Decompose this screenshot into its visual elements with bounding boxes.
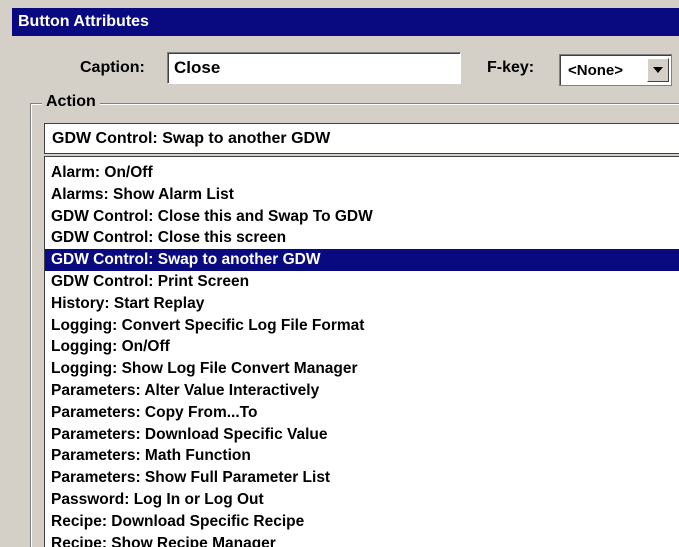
- list-item[interactable]: Parameters: Copy From...To: [45, 402, 679, 424]
- fkey-dropdown[interactable]: <None>: [559, 54, 672, 86]
- caption-label: Caption:: [80, 59, 145, 76]
- fkey-dropdown-button[interactable]: [647, 58, 669, 82]
- caption-input[interactable]: Close: [167, 52, 461, 84]
- action-group-label: Action: [42, 93, 100, 111]
- list-item[interactable]: Alarm: On/Off: [45, 162, 679, 184]
- dialog-title-bar[interactable]: Button Attributes: [12, 8, 679, 36]
- list-item[interactable]: Parameters: Show Full Parameter List: [45, 467, 679, 489]
- list-item[interactable]: GDW Control: Close this and Swap To GDW: [45, 206, 679, 228]
- list-item[interactable]: Parameters: Alter Value Interactively: [45, 380, 679, 402]
- list-item[interactable]: Logging: On/Off: [45, 336, 679, 358]
- list-item[interactable]: GDW Control: Close this screen: [45, 227, 679, 249]
- list-item[interactable]: Password: Log In or Log Out: [45, 489, 679, 511]
- chevron-down-icon: [653, 67, 663, 73]
- list-item-selected[interactable]: GDW Control: Swap to another GDW: [45, 249, 679, 271]
- action-listbox[interactable]: Alarm: On/Off Alarms: Show Alarm List GDW …: [44, 156, 679, 547]
- button-attributes-dialog: Button Attributes Caption: Close F-key: …: [0, 0, 679, 547]
- list-item[interactable]: History: Start Replay: [45, 293, 679, 315]
- list-item[interactable]: Recipe: Download Specific Recipe: [45, 511, 679, 533]
- list-item[interactable]: Logging: Show Log File Convert Manager: [45, 358, 679, 380]
- list-item[interactable]: Parameters: Math Function: [45, 445, 679, 467]
- fkey-selected-value: <None>: [568, 62, 624, 79]
- list-item[interactable]: Alarms: Show Alarm List: [45, 184, 679, 206]
- list-item[interactable]: Logging: Convert Specific Log File Forma…: [45, 315, 679, 337]
- list-item[interactable]: Parameters: Download Specific Value: [45, 424, 679, 446]
- list-item[interactable]: Recipe: Show Recipe Manager: [45, 533, 679, 547]
- list-item[interactable]: GDW Control: Print Screen: [45, 271, 679, 293]
- action-combo-field[interactable]: GDW Control: Swap to another GDW: [44, 123, 679, 154]
- fkey-label: F-key:: [487, 59, 535, 76]
